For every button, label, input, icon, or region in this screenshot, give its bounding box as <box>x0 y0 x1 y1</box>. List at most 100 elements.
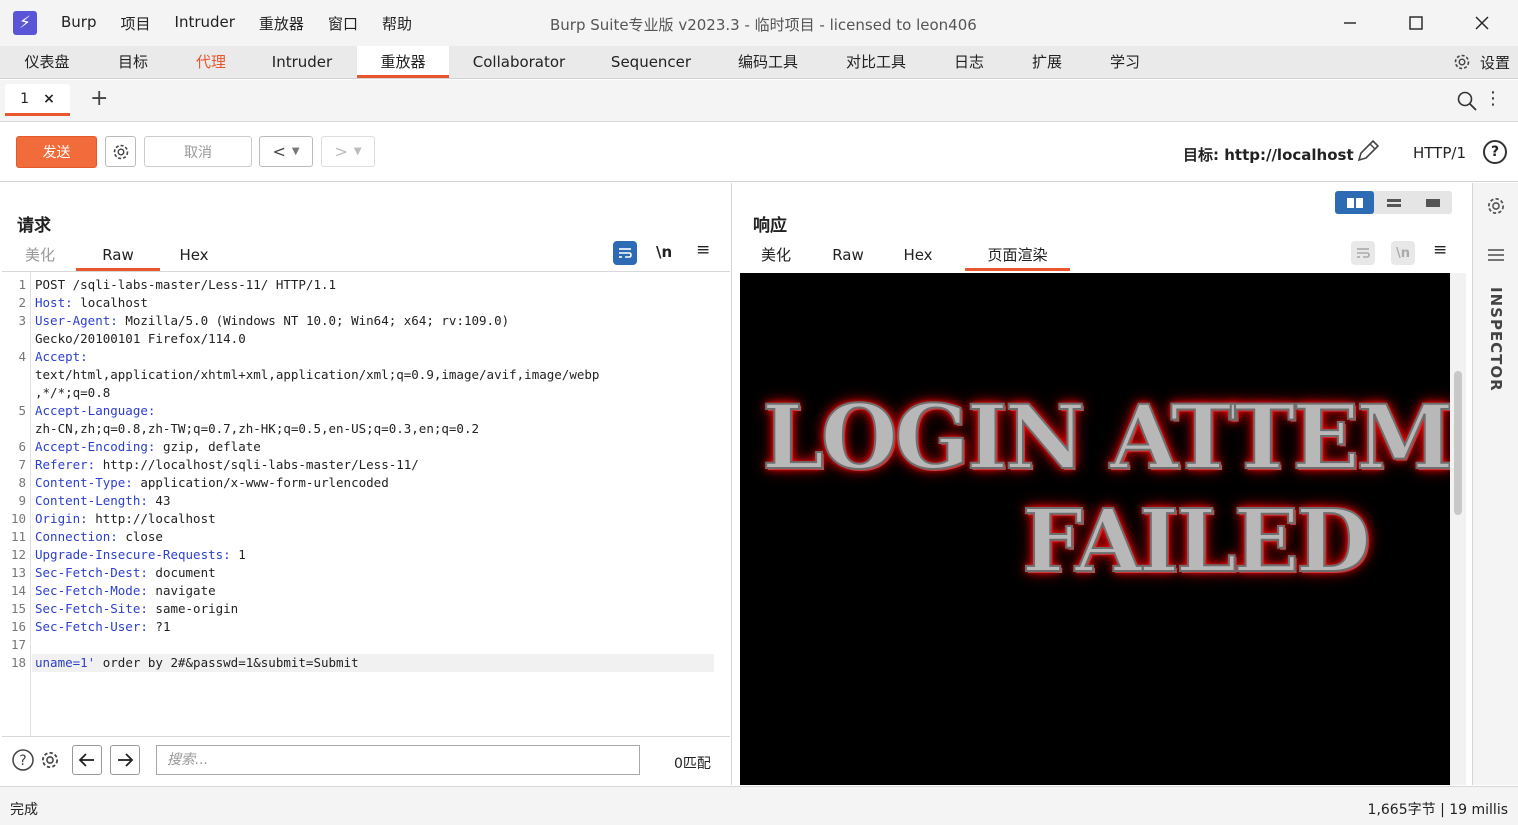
more-menu-icon[interactable]: ⋮ <box>1484 90 1502 108</box>
inspector-toggle[interactable]: INSPECTOR <box>1487 287 1505 392</box>
header-value: Mozilla/5.0 (Windows NT 10.0; Win64; x64… <box>117 313 510 328</box>
line-content: Sec-Fetch-User: ?1 <box>35 618 170 636</box>
header-key: Accept-Encoding: <box>35 439 156 454</box>
menu-burp[interactable]: Burp <box>49 13 109 34</box>
forward-history-button[interactable]: > ▼ <box>321 136 375 167</box>
header-key: Connection: <box>35 529 118 544</box>
close-tab-icon[interactable]: × <box>43 91 55 107</box>
request-title: 请求 <box>17 216 51 236</box>
main-tab-bar: 仪表盘 目标 代理 Intruder 重放器 Collaborator Sequ… <box>0 46 1518 79</box>
tab-pretty[interactable]: 美化 <box>14 241 66 271</box>
tab-sequencer[interactable]: Sequencer <box>598 46 704 78</box>
layout-side-by-side-button[interactable] <box>1335 191 1374 214</box>
maximize-button[interactable] <box>1383 0 1449 46</box>
tab-learn[interactable]: 学习 <box>1098 46 1152 78</box>
header-key: Sec-Fetch-Site: <box>35 601 148 616</box>
search-previous-button[interactable] <box>72 745 102 775</box>
tab-render[interactable]: 页面渲染 <box>965 241 1070 271</box>
layout-stacked-button[interactable] <box>1374 191 1413 214</box>
newline-toggle[interactable]: \n <box>1391 241 1415 265</box>
tab-extensions[interactable]: 扩展 <box>1020 46 1074 78</box>
back-history-button[interactable]: < ▼ <box>259 136 313 167</box>
send-button[interactable]: 发送 <box>16 136 97 168</box>
settings-button[interactable]: 设置 <box>1452 46 1510 78</box>
tab-hex[interactable]: Hex <box>893 241 943 271</box>
add-tab-icon[interactable]: + <box>90 86 108 111</box>
tab-proxy[interactable]: 代理 <box>182 46 240 78</box>
hamburger-menu-icon[interactable]: ≡ <box>696 240 710 260</box>
header-value: order by 2#&passwd=1&submit=Submit <box>95 655 359 670</box>
tab-collaborator[interactable]: Collaborator <box>462 46 576 78</box>
newline-toggle[interactable]: \n <box>656 243 672 261</box>
line-number: 10 <box>10 511 26 526</box>
tab-raw[interactable]: Raw <box>76 241 160 271</box>
tab-intruder[interactable]: Intruder <box>260 46 344 78</box>
line-content: Content-Type: application/x-www-form-url… <box>35 474 389 492</box>
header-value: http://localhost <box>87 511 216 526</box>
arrow-left-icon <box>78 753 94 767</box>
close-window-button[interactable] <box>1449 0 1515 46</box>
tab-dashboard[interactable]: 仪表盘 <box>10 46 84 78</box>
gear-icon <box>1454 54 1470 70</box>
line-content: Connection: close <box>35 528 163 546</box>
search-settings-button[interactable] <box>35 745 65 775</box>
list-icon[interactable] <box>1486 248 1506 262</box>
tab-raw[interactable]: Raw <box>823 241 873 271</box>
line-number: 1 <box>18 277 26 292</box>
line-number: 7 <box>18 457 26 472</box>
menu-repeater[interactable]: 重放器 <box>247 13 316 34</box>
line-number: 9 <box>18 493 26 508</box>
header-value: localhost <box>72 295 148 310</box>
menu-window[interactable]: 窗口 <box>316 13 370 34</box>
arrow-right-icon <box>118 753 134 767</box>
menu-intruder[interactable]: Intruder <box>163 13 247 34</box>
wrap-lines-toggle[interactable] <box>1351 241 1375 265</box>
settings-label: 设置 <box>1479 53 1510 72</box>
render-scrollbar[interactable] <box>1450 273 1466 785</box>
repeater-tab-1[interactable]: 1 × <box>5 84 70 116</box>
http-version-toggle[interactable]: HTTP/1 <box>1413 144 1466 162</box>
tab-target[interactable]: 目标 <box>104 46 162 78</box>
close-icon <box>1475 16 1489 30</box>
search-input[interactable]: 搜索... <box>156 745 640 775</box>
header-key: Sec-Fetch-User: <box>35 619 148 634</box>
scrollbar-thumb[interactable] <box>1454 371 1462 515</box>
hamburger-menu-icon[interactable]: ≡ <box>1433 240 1447 260</box>
minimize-button[interactable] <box>1317 0 1383 46</box>
header-value: text/html,application/xhtml+xml,applicat… <box>35 367 600 382</box>
tab-repeater[interactable]: 重放器 <box>357 46 449 78</box>
search-next-button[interactable] <box>110 745 140 775</box>
match-count: 0匹配 <box>674 756 711 772</box>
wrap-lines-toggle[interactable] <box>613 241 637 265</box>
help-icon[interactable]: ? <box>1483 140 1507 164</box>
tab-hex[interactable]: Hex <box>170 241 218 271</box>
login-attempt-heading: LOGIN ATTEMPT <box>761 384 1450 490</box>
send-options-button[interactable] <box>105 136 136 167</box>
request-editor[interactable]: 1 POST /sqli-labs-master/Less-11/ HTTP/1.… <box>2 271 730 737</box>
tab-pretty[interactable]: 美化 <box>749 241 803 271</box>
window-title: Burp Suite专业版 v2023.3 - 临时项目 - licensed … <box>550 16 977 34</box>
tab-logger[interactable]: 日志 <box>942 46 996 78</box>
menu-project[interactable]: 项目 <box>109 13 163 34</box>
target-label: 目标: http://localhost <box>1183 146 1354 164</box>
search-help-button[interactable]: ? <box>8 745 38 775</box>
line-number: 4 <box>18 349 26 364</box>
line-content: Sec-Fetch-Mode: navigate <box>35 582 216 600</box>
line-number: 6 <box>18 439 26 454</box>
edit-target-icon[interactable] <box>1355 138 1381 164</box>
cancel-button[interactable]: 取消 <box>144 136 252 167</box>
tab-decoder[interactable]: 编码工具 <box>726 46 810 78</box>
header-value: close <box>117 529 163 544</box>
status-text: 完成 <box>10 802 38 818</box>
tab-comparer[interactable]: 对比工具 <box>834 46 918 78</box>
maximize-icon <box>1409 16 1423 30</box>
search-icon[interactable] <box>1456 90 1478 112</box>
menu-help[interactable]: 帮助 <box>370 13 424 34</box>
gear-icon[interactable] <box>1485 195 1507 217</box>
line-number: 11 <box>10 529 26 544</box>
layout-tabs-button[interactable] <box>1413 191 1452 214</box>
rows-icon <box>1386 198 1401 207</box>
line-number: 3 <box>18 313 26 328</box>
menu-bar: Burp 项目 Intruder 重放器 窗口 帮助 <box>49 13 424 34</box>
request-view-tabs: 美化 Raw Hex <box>14 241 218 271</box>
